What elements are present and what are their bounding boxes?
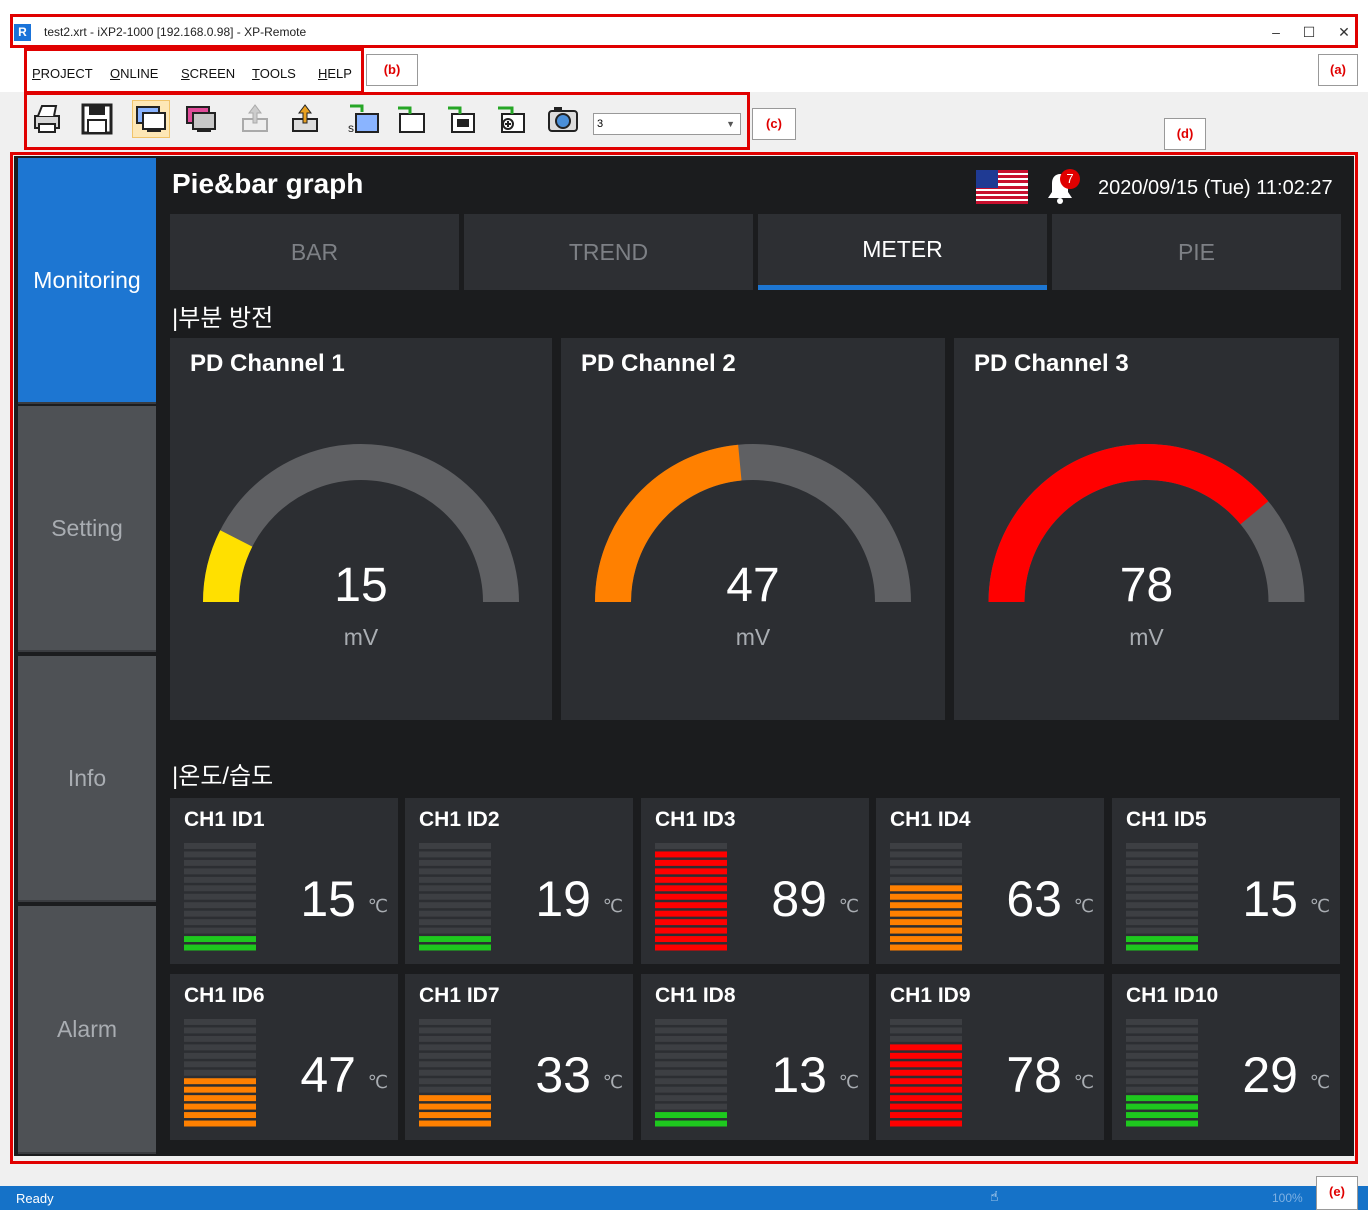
zoom-level: 100%	[1272, 1191, 1303, 1205]
annotation-label-b: (b)	[366, 54, 418, 86]
annotation-label-e: (e)	[1316, 1176, 1358, 1210]
annotation-box-d	[10, 152, 1358, 1164]
annotation-label-a: (a)	[1318, 54, 1358, 86]
annotation-box-c	[24, 92, 750, 150]
status-text: Ready	[16, 1191, 54, 1206]
annotation-box-b	[24, 48, 364, 94]
annotation-label-c: (c)	[752, 108, 796, 140]
annotation-label-d: (d)	[1164, 118, 1206, 150]
status-bar: Ready ☝ 100%	[0, 1186, 1368, 1210]
cursor-hand-icon: ☝	[990, 1188, 999, 1204]
annotation-box-a	[10, 14, 1358, 48]
